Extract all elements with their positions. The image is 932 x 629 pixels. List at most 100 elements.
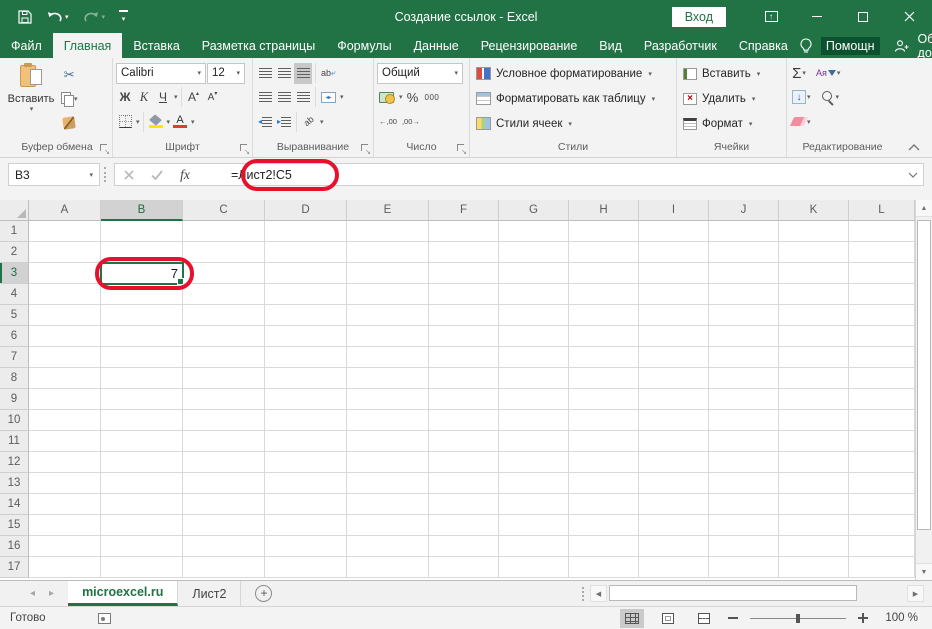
cell-H6[interactable] <box>569 326 639 347</box>
tellme-lightbulb-icon[interactable] <box>799 38 813 54</box>
cell-B1[interactable] <box>101 221 183 242</box>
cell-K17[interactable] <box>779 557 849 578</box>
cell-F11[interactable] <box>429 431 499 452</box>
cell-D11[interactable] <box>265 431 347 452</box>
cell-F12[interactable] <box>429 452 499 473</box>
row-header-16[interactable]: 16 <box>0 536 29 557</box>
row-header-13[interactable]: 13 <box>0 473 29 494</box>
cell-J10[interactable] <box>709 410 779 431</box>
cell-B8[interactable] <box>101 368 183 389</box>
cell-E6[interactable] <box>347 326 429 347</box>
cell-A13[interactable] <box>29 473 101 494</box>
cell-E16[interactable] <box>347 536 429 557</box>
cell-H7[interactable] <box>569 347 639 368</box>
merge-dropdown-icon[interactable]: ▾ <box>340 93 344 101</box>
cell-A4[interactable] <box>29 284 101 305</box>
cell-J6[interactable] <box>709 326 779 347</box>
view-page-break-button[interactable] <box>692 609 716 628</box>
cell-I12[interactable] <box>639 452 709 473</box>
cells-button-3[interactable]: Формат▾ <box>680 111 755 136</box>
cell-D8[interactable] <box>265 368 347 389</box>
cell-J1[interactable] <box>709 221 779 242</box>
cell-I1[interactable] <box>639 221 709 242</box>
cell-I14[interactable] <box>639 494 709 515</box>
ribbon-display-options-button[interactable]: ↑ <box>748 0 794 33</box>
cell-K1[interactable] <box>779 221 849 242</box>
cell-C17[interactable] <box>183 557 265 578</box>
dropdown-icon[interactable]: ▾ <box>757 70 761 78</box>
cell-L3[interactable] <box>849 263 915 284</box>
cell-C4[interactable] <box>183 284 265 305</box>
formula-input[interactable]: =Лист2!C5 <box>199 168 292 182</box>
cell-J2[interactable] <box>709 242 779 263</box>
cell-E5[interactable] <box>347 305 429 326</box>
column-header-C[interactable]: C <box>183 200 265 221</box>
cells-button-1[interactable]: Вставить▾ <box>680 61 763 86</box>
cell-L15[interactable] <box>849 515 915 536</box>
cell-C10[interactable] <box>183 410 265 431</box>
dropdown-icon[interactable]: ▾ <box>568 120 572 128</box>
cell-A12[interactable] <box>29 452 101 473</box>
cell-K11[interactable] <box>779 431 849 452</box>
row-header-14[interactable]: 14 <box>0 494 29 515</box>
clipboard-dialog-launcher-icon[interactable] <box>100 144 110 154</box>
decrease-font-button[interactable]: А▾ <box>204 87 222 108</box>
cell-D12[interactable] <box>265 452 347 473</box>
cell-K15[interactable] <box>779 515 849 536</box>
cell-C7[interactable] <box>183 347 265 368</box>
row-header-12[interactable]: 12 <box>0 452 29 473</box>
sheet-tab-microexcel.ru[interactable]: microexcel.ru <box>68 581 178 606</box>
cell-D10[interactable] <box>265 410 347 431</box>
share-button[interactable]: Общий доступ <box>918 32 932 60</box>
horizontal-scrollbar[interactable]: ◀ ▶ <box>584 581 932 606</box>
cell-J9[interactable] <box>709 389 779 410</box>
tab-Вставка[interactable]: Вставка <box>122 33 190 58</box>
confirm-entry-button[interactable] <box>143 170 171 180</box>
cell-G15[interactable] <box>499 515 569 536</box>
cell-A7[interactable] <box>29 347 101 368</box>
cell-E11[interactable] <box>347 431 429 452</box>
cell-F13[interactable] <box>429 473 499 494</box>
cancel-entry-button[interactable] <box>115 170 143 180</box>
cell-F14[interactable] <box>429 494 499 515</box>
comma-style-button[interactable]: 000 <box>423 87 442 108</box>
dropdown-icon[interactable]: ▾ <box>652 95 656 103</box>
decrease-indent-button[interactable]: ◂ <box>256 111 274 132</box>
cell-K14[interactable] <box>779 494 849 515</box>
alignment-dialog-launcher-icon[interactable] <box>361 144 371 154</box>
cell-C3[interactable] <box>183 263 265 284</box>
cell-L4[interactable] <box>849 284 915 305</box>
cell-G1[interactable] <box>499 221 569 242</box>
tab-Данные[interactable]: Данные <box>403 33 470 58</box>
sheet-tab-Лист2[interactable]: Лист2 <box>178 581 241 606</box>
cell-K16[interactable] <box>779 536 849 557</box>
dropdown-icon[interactable]: ▾ <box>648 70 652 78</box>
scroll-down-icon[interactable]: ▼ <box>916 563 932 580</box>
cell-E4[interactable] <box>347 284 429 305</box>
cell-L1[interactable] <box>849 221 915 242</box>
cell-G6[interactable] <box>499 326 569 347</box>
cell-C12[interactable] <box>183 452 265 473</box>
orientation-dropdown-icon[interactable]: ▾ <box>320 118 324 126</box>
cell-K8[interactable] <box>779 368 849 389</box>
cell-A3[interactable] <box>29 263 101 284</box>
dropdown-icon[interactable]: ▾ <box>749 120 753 128</box>
cell-J14[interactable] <box>709 494 779 515</box>
dropdown-icon[interactable]: ▾ <box>752 95 756 103</box>
cell-F15[interactable] <box>429 515 499 536</box>
cell-I7[interactable] <box>639 347 709 368</box>
clear-button[interactable]: ▾ <box>790 111 813 132</box>
row-header-15[interactable]: 15 <box>0 515 29 536</box>
cell-H10[interactable] <box>569 410 639 431</box>
cell-K9[interactable] <box>779 389 849 410</box>
cell-A1[interactable] <box>29 221 101 242</box>
select-all-corner[interactable] <box>0 200 29 221</box>
cell-B6[interactable] <box>101 326 183 347</box>
cell-J16[interactable] <box>709 536 779 557</box>
cell-J11[interactable] <box>709 431 779 452</box>
percent-style-button[interactable]: % <box>404 87 422 108</box>
cell-F7[interactable] <box>429 347 499 368</box>
align-right-button[interactable] <box>294 87 312 108</box>
collapse-ribbon-button[interactable] <box>908 144 920 151</box>
cell-B5[interactable] <box>101 305 183 326</box>
